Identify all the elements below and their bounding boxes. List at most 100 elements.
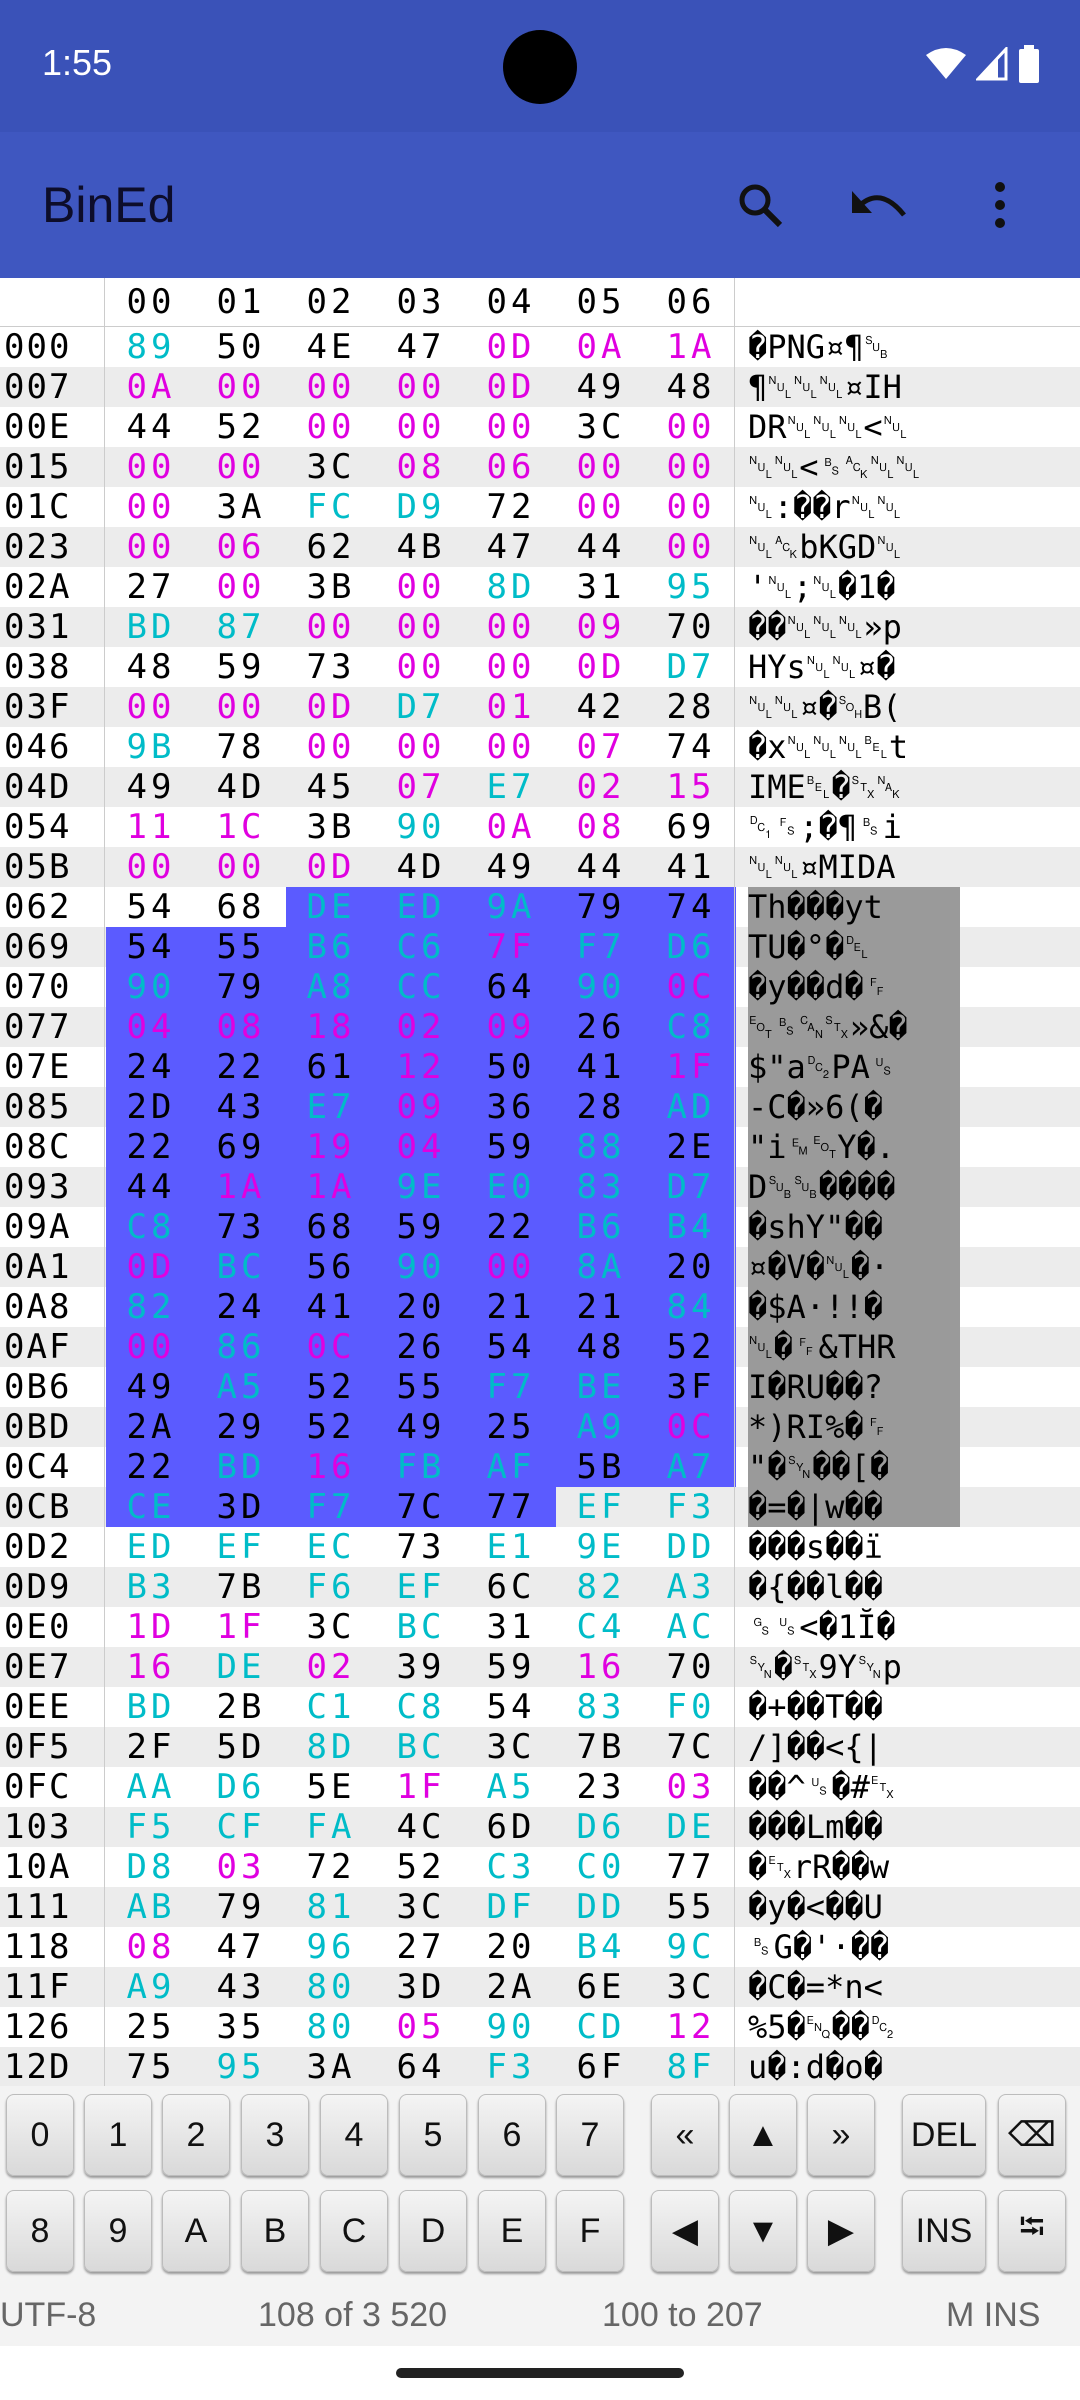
- key-row2-8[interactable]: ◀: [651, 2190, 719, 2272]
- hex-byte[interactable]: F5: [106, 1807, 196, 1847]
- hex-byte[interactable]: E1: [466, 1527, 556, 1567]
- hex-byte[interactable]: 78: [196, 727, 286, 767]
- hex-byte[interactable]: 8A: [556, 1247, 646, 1287]
- hex-row[interactable]: 103 F5 CF FA 4C 6D D6 DE ���Lm��: [0, 1807, 1080, 1847]
- hex-byte[interactable]: 04: [106, 1007, 196, 1047]
- hex-byte[interactable]: 3C: [286, 1607, 376, 1647]
- hex-byte[interactable]: 49: [106, 767, 196, 807]
- hex-byte[interactable]: BE: [556, 1367, 646, 1407]
- hex-byte[interactable]: 49: [376, 1407, 466, 1447]
- hex-byte[interactable]: 12: [646, 2007, 736, 2047]
- hex-byte[interactable]: 02: [556, 767, 646, 807]
- hex-byte[interactable]: 7C: [376, 1487, 466, 1527]
- hex-byte[interactable]: C4: [556, 1607, 646, 1647]
- search-icon[interactable]: [700, 160, 820, 250]
- hex-byte[interactable]: 36: [466, 1087, 556, 1127]
- hex-byte[interactable]: 00: [286, 407, 376, 447]
- hex-byte[interactable]: 1A: [196, 1167, 286, 1207]
- hex-byte[interactable]: 3C: [466, 1727, 556, 1767]
- hex-byte[interactable]: 79: [196, 1887, 286, 1927]
- hex-byte[interactable]: 22: [106, 1127, 196, 1167]
- hex-byte[interactable]: 9A: [466, 887, 556, 927]
- hex-row[interactable]: 03F 00 00 0D D7 01 42 28 ␀␀¤�␁B(: [0, 687, 1080, 727]
- hex-byte[interactable]: 08: [196, 1007, 286, 1047]
- hex-row[interactable]: 007 0A 00 00 00 0D 49 48 ¶␀␀␀¤IH: [0, 367, 1080, 407]
- hex-byte[interactable]: 77: [646, 1847, 736, 1887]
- key-row2-4[interactable]: C: [320, 2190, 388, 2272]
- hex-byte[interactable]: C1: [286, 1687, 376, 1727]
- hex-byte[interactable]: 29: [196, 1407, 286, 1447]
- hex-byte[interactable]: 0D: [286, 687, 376, 727]
- hex-byte[interactable]: DE: [646, 1807, 736, 1847]
- text-preview[interactable]: $"a␒PA␟: [748, 1047, 960, 1087]
- hex-byte[interactable]: 00: [466, 607, 556, 647]
- hex-byte[interactable]: 41: [646, 847, 736, 887]
- hex-byte[interactable]: 8F: [646, 2047, 736, 2086]
- text-preview[interactable]: ␀␆bKGD␀: [748, 527, 960, 567]
- hex-byte[interactable]: FC: [286, 487, 376, 527]
- text-preview[interactable]: TU�°�␡: [748, 927, 960, 967]
- hex-byte[interactable]: 25: [106, 2007, 196, 2047]
- text-preview[interactable]: ��␀␀␀»p: [748, 607, 960, 647]
- hex-byte[interactable]: 8D: [286, 1727, 376, 1767]
- key-row1-7[interactable]: 7: [556, 2094, 624, 2176]
- hex-byte[interactable]: F3: [646, 1487, 736, 1527]
- key-row1-1[interactable]: 1: [84, 2094, 152, 2176]
- hex-byte[interactable]: 07: [556, 727, 646, 767]
- text-preview[interactable]: �+��T��: [748, 1687, 960, 1727]
- text-preview[interactable]: '␀;␀�1�: [748, 567, 960, 607]
- text-preview[interactable]: �␃rR��w: [748, 1847, 960, 1887]
- hex-byte[interactable]: BC: [376, 1727, 466, 1767]
- hex-byte[interactable]: 69: [646, 807, 736, 847]
- hex-byte[interactable]: F7: [556, 927, 646, 967]
- hex-byte[interactable]: 00: [466, 407, 556, 447]
- key-row1-11[interactable]: DEL: [902, 2094, 986, 2176]
- text-preview[interactable]: %5�␅��␒: [748, 2007, 960, 2047]
- hex-row[interactable]: 00E 44 52 00 00 00 3C 00 DR␀␀␀<␀: [0, 407, 1080, 447]
- text-preview[interactable]: Th���yt: [748, 887, 960, 927]
- hex-byte[interactable]: 54: [466, 1327, 556, 1367]
- text-preview[interactable]: /]��<{|: [748, 1727, 960, 1767]
- hex-byte[interactable]: 3A: [196, 487, 286, 527]
- hex-row[interactable]: 062 54 68 DE ED 9A 79 74 Th���yt: [0, 887, 1080, 927]
- hex-byte[interactable]: 0D: [106, 1247, 196, 1287]
- hex-byte[interactable]: 22: [466, 1207, 556, 1247]
- hex-byte[interactable]: 0C: [646, 967, 736, 1007]
- hex-byte[interactable]: 00: [196, 567, 286, 607]
- hex-byte[interactable]: 48: [556, 1327, 646, 1367]
- hex-byte[interactable]: A7: [646, 1447, 736, 1487]
- hex-byte[interactable]: 00: [646, 407, 736, 447]
- key-row1-6[interactable]: 6: [478, 2094, 546, 2176]
- hex-byte[interactable]: 62: [286, 527, 376, 567]
- hex-byte[interactable]: 00: [196, 367, 286, 407]
- hex-byte[interactable]: 24: [196, 1287, 286, 1327]
- hex-byte[interactable]: 20: [376, 1287, 466, 1327]
- hex-byte[interactable]: 82: [556, 1567, 646, 1607]
- hex-byte[interactable]: 23: [556, 1767, 646, 1807]
- hex-byte[interactable]: BD: [106, 1687, 196, 1727]
- hex-byte[interactable]: BC: [196, 1247, 286, 1287]
- hex-byte[interactable]: 4D: [196, 767, 286, 807]
- hex-byte[interactable]: 39: [376, 1647, 466, 1687]
- hex-byte[interactable]: 44: [556, 527, 646, 567]
- hex-byte[interactable]: 0A: [556, 327, 646, 367]
- hex-byte[interactable]: 72: [466, 487, 556, 527]
- hex-byte[interactable]: 55: [376, 1367, 466, 1407]
- hex-byte[interactable]: 08: [556, 807, 646, 847]
- hex-byte[interactable]: 28: [556, 1087, 646, 1127]
- text-preview[interactable]: ␀␀¤�␁B(: [748, 687, 960, 727]
- hex-row[interactable]: 046 9B 78 00 00 00 07 74 �x␀␀␀␇t: [0, 727, 1080, 767]
- hex-byte[interactable]: FA: [286, 1807, 376, 1847]
- hex-byte[interactable]: D7: [646, 1167, 736, 1207]
- key-row1-8[interactable]: «: [651, 2094, 719, 2176]
- hex-byte[interactable]: 00: [376, 407, 466, 447]
- hex-byte[interactable]: 04: [376, 1127, 466, 1167]
- hex-row[interactable]: 0E0 1D 1F 3C BC 31 C4 AC ␝␟<�1Ĭ�: [0, 1607, 1080, 1647]
- text-preview[interactable]: u�:d�o�: [748, 2047, 960, 2086]
- hex-byte[interactable]: 73: [376, 1527, 466, 1567]
- text-preview[interactable]: ␀␀¤MIDA: [748, 847, 960, 887]
- hex-byte[interactable]: BD: [106, 607, 196, 647]
- hex-row[interactable]: 0A8 82 24 41 20 21 21 84 �$A·!!�: [0, 1287, 1080, 1327]
- hex-byte[interactable]: 55: [646, 1887, 736, 1927]
- text-preview[interactable]: ␑␜;�¶␈i: [748, 807, 960, 847]
